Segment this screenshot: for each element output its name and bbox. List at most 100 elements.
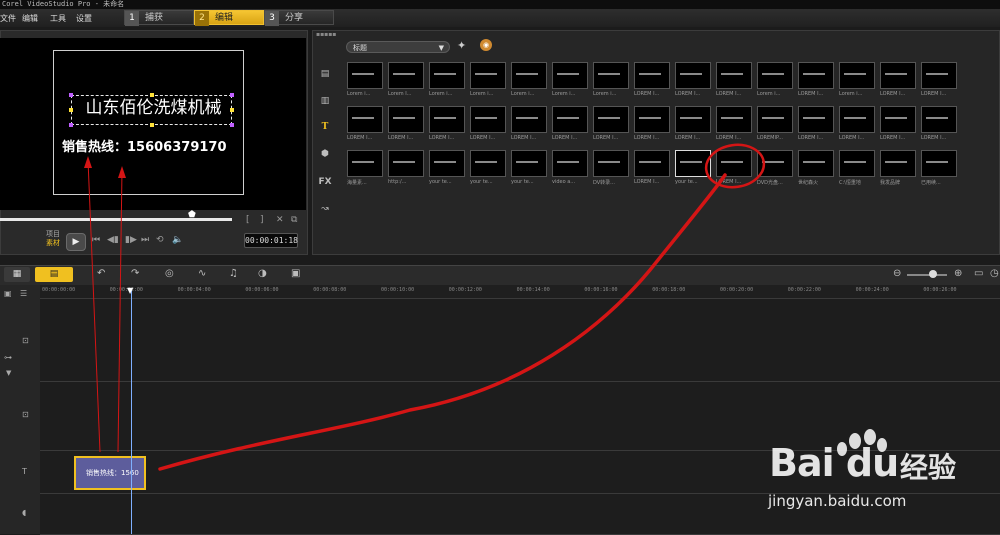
- add-favorite-icon[interactable]: ✦: [457, 39, 466, 52]
- title-thumbnail[interactable]: [552, 106, 588, 133]
- title-thumbnail[interactable]: [798, 150, 834, 177]
- zoom-slider-thumb[interactable]: [929, 270, 937, 278]
- title-thumbnail[interactable]: [921, 62, 957, 89]
- title-thumbnail[interactable]: [429, 62, 465, 89]
- title-thumbnail[interactable]: [757, 150, 793, 177]
- menu-file[interactable]: 文件: [0, 13, 16, 24]
- timecode-field[interactable]: 00:00:01:18: [244, 233, 298, 248]
- title-thumbnail[interactable]: [839, 150, 875, 177]
- undo-icon[interactable]: ↶: [97, 268, 105, 279]
- title-thumbnail[interactable]: [511, 62, 547, 89]
- home-icon[interactable]: ⏮: [92, 235, 100, 245]
- title-thumbnail[interactable]: [757, 62, 793, 89]
- volume-icon[interactable]: 🔈: [172, 235, 183, 245]
- expand-icon[interactable]: ▼: [6, 369, 11, 377]
- title-thumbnail[interactable]: [798, 62, 834, 89]
- step-tab-capture[interactable]: 1 捕获: [124, 10, 194, 26]
- title-thumbnail[interactable]: [347, 62, 383, 89]
- title-thumbnail[interactable]: [634, 150, 670, 177]
- menu-tools[interactable]: 工具: [50, 13, 66, 24]
- title-thumbnail[interactable]: [921, 106, 957, 133]
- title-thumbnail[interactable]: [552, 62, 588, 89]
- zoom-out-icon[interactable]: ⊖: [893, 268, 901, 279]
- category-dropdown[interactable]: 标题 ▼: [346, 41, 450, 53]
- resize-handle[interactable]: [69, 123, 73, 127]
- title-thumbnail[interactable]: [675, 62, 711, 89]
- title-thumbnail[interactable]: [593, 62, 629, 89]
- graphic-icon[interactable]: ⬢: [317, 149, 333, 161]
- zoom-slider[interactable]: [907, 274, 947, 276]
- path-icon[interactable]: ↝: [317, 204, 333, 216]
- zoom-in-icon[interactable]: ⊕: [954, 268, 962, 279]
- ripple-edit-icon[interactable]: ⊶: [4, 353, 12, 362]
- title-thumbnail[interactable]: [839, 62, 875, 89]
- title-thumbnail[interactable]: [675, 106, 711, 133]
- title-thumbnail[interactable]: [716, 106, 752, 133]
- project-duration-icon[interactable]: ◷: [990, 268, 999, 279]
- title-thumbnail[interactable]: [716, 150, 752, 177]
- media-icon[interactable]: ▤: [317, 69, 333, 81]
- cut-icon[interactable]: ✕: [276, 215, 284, 225]
- audio-mixer-icon[interactable]: ∿: [198, 268, 206, 279]
- title-thumbnail[interactable]: [593, 106, 629, 133]
- previous-frame-icon[interactable]: ◀▮: [107, 235, 119, 245]
- video-track[interactable]: ⊡: [22, 298, 1000, 382]
- title-thumbnail[interactable]: [634, 106, 670, 133]
- title-thumbnail[interactable]: [388, 62, 424, 89]
- scrubber-thumb[interactable]: ⬟: [188, 210, 196, 220]
- title-thumbnail[interactable]: [798, 106, 834, 133]
- play-button[interactable]: ▶: [66, 233, 86, 251]
- title-thumbnail[interactable]: [552, 150, 588, 177]
- mark-out-icon[interactable]: ]: [260, 215, 264, 225]
- fit-project-icon[interactable]: ▭: [974, 268, 983, 279]
- mark-in-icon[interactable]: [: [246, 215, 250, 225]
- title-thumbnail[interactable]: [757, 106, 793, 133]
- track-list-icon[interactable]: ☰: [20, 289, 27, 298]
- track-manager-icon[interactable]: ▣: [4, 289, 12, 298]
- timeline-view-button[interactable]: ▤: [35, 267, 73, 282]
- title-thumbnail[interactable]: [347, 106, 383, 133]
- browse-icon[interactable]: ◉: [480, 39, 492, 51]
- resize-handle[interactable]: [150, 123, 154, 127]
- title-thumbnail[interactable]: [675, 150, 711, 177]
- title-thumbnail[interactable]: [347, 150, 383, 177]
- auto-music-icon[interactable]: ♫: [229, 268, 238, 279]
- menu-edit[interactable]: 编辑: [22, 13, 38, 24]
- preview-title-text[interactable]: 山东佰伦洗煤机械: [66, 93, 241, 118]
- title-thumbnail[interactable]: [429, 150, 465, 177]
- title-thumbnail[interactable]: [511, 150, 547, 177]
- title-thumbnail[interactable]: [839, 106, 875, 133]
- mode-selector[interactable]: 项目 素材: [46, 230, 60, 248]
- step-tab-share[interactable]: 3 分享: [264, 10, 334, 26]
- title-thumbnail[interactable]: [716, 62, 752, 89]
- preview-hotline-text[interactable]: 销售热线：15606379170: [62, 136, 252, 155]
- transition-icon[interactable]: ▥: [317, 96, 333, 108]
- end-icon[interactable]: ⏭: [141, 235, 149, 245]
- title-thumbnail[interactable]: [880, 150, 916, 177]
- title-thumbnail[interactable]: [880, 106, 916, 133]
- scrubber-track[interactable]: [0, 218, 232, 221]
- title-icon[interactable]: T: [317, 122, 333, 134]
- repeat-icon[interactable]: ⟲: [156, 235, 164, 245]
- title-thumbnail[interactable]: [634, 62, 670, 89]
- title-thumbnail[interactable]: [593, 150, 629, 177]
- playhead[interactable]: ▼: [127, 286, 133, 295]
- title-thumbnail[interactable]: [470, 62, 506, 89]
- resize-handle[interactable]: [230, 123, 234, 127]
- title-thumbnail[interactable]: [429, 106, 465, 133]
- title-thumbnail[interactable]: [880, 62, 916, 89]
- storyboard-view-button[interactable]: ▦: [4, 267, 30, 282]
- record-capture-icon[interactable]: ◎: [165, 268, 174, 279]
- title-thumbnail[interactable]: [470, 150, 506, 177]
- enlarge-icon[interactable]: ⧉: [291, 215, 297, 225]
- title-thumbnail[interactable]: [388, 106, 424, 133]
- redo-icon[interactable]: ↷: [131, 268, 139, 279]
- menu-settings[interactable]: 设置: [76, 13, 92, 24]
- title-thumbnail[interactable]: [470, 106, 506, 133]
- subtitle-editor-icon[interactable]: ▣: [291, 268, 300, 279]
- title-thumbnail[interactable]: [921, 150, 957, 177]
- panel-grip[interactable]: ▪▪▪▪▪: [316, 31, 336, 38]
- step-tab-edit[interactable]: 2 编辑: [194, 10, 264, 26]
- title-thumbnail[interactable]: [511, 106, 547, 133]
- motion-track-icon[interactable]: ◑: [258, 268, 267, 279]
